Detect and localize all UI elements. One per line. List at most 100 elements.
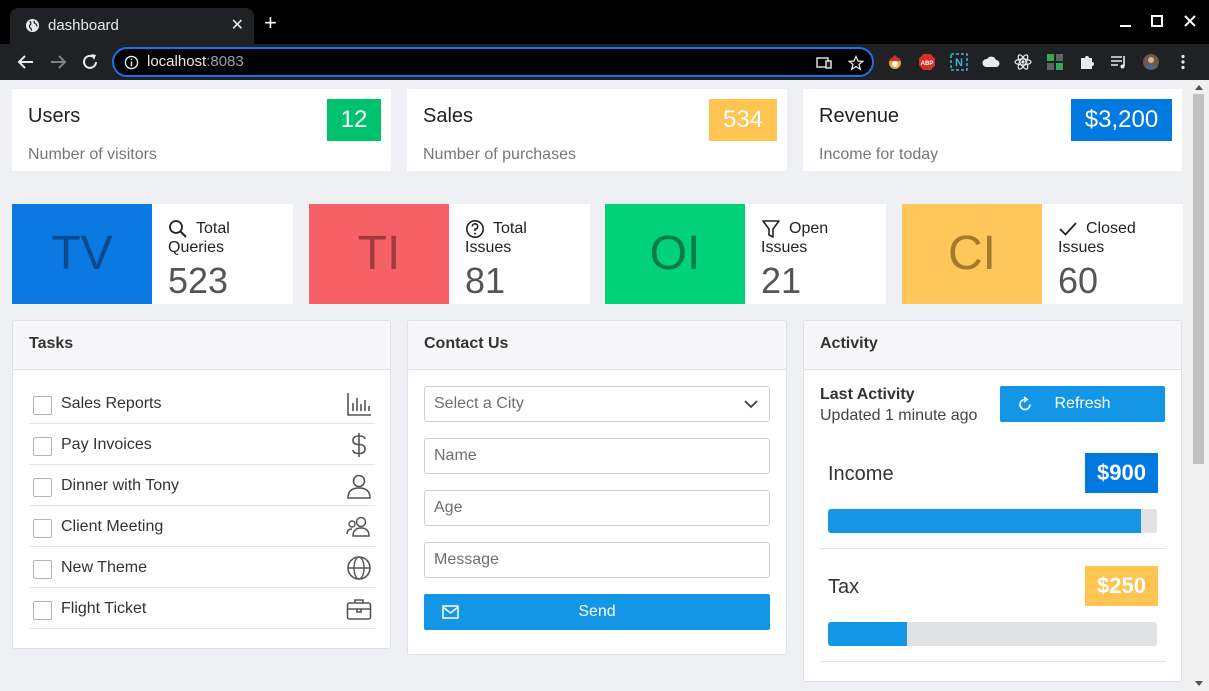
new-tab-button[interactable]: + <box>264 12 277 34</box>
city-select-value: Select a City <box>434 395 524 412</box>
tax-progress-bar <box>828 622 1157 646</box>
browser-tab-strip: dashboard ✕ + <box>0 0 1209 44</box>
stat-badge: 12 <box>327 99 381 141</box>
message-input[interactable]: Message <box>424 542 770 578</box>
metric-abbr: CI <box>902 204 1042 304</box>
forward-icon[interactable] <box>47 51 69 73</box>
scroll-down-arrow[interactable] <box>1195 681 1203 686</box>
income-progress-bar <box>828 509 1157 533</box>
metric-label: Closed Issues <box>1058 220 1136 256</box>
dashboard-page: Users Number of visitors 12 Sales Number… <box>0 80 1190 691</box>
stat-badge: $3,200 <box>1071 99 1172 141</box>
chevron-down-icon <box>744 400 758 409</box>
globe-icon <box>347 556 371 580</box>
scroll-up-arrow[interactable] <box>1195 85 1203 90</box>
last-activity-subtitle: Updated 1 minute ago <box>820 407 978 424</box>
user-icon <box>347 474 371 499</box>
send-button[interactable]: Send <box>424 594 770 630</box>
panel-title: Contact Us <box>408 321 786 370</box>
browser-tab[interactable]: dashboard ✕ <box>10 8 254 44</box>
svg-text:ABP: ABP <box>921 61 934 67</box>
last-activity-title: Last Activity <box>820 386 915 403</box>
extension-grid-icon[interactable] <box>1046 53 1064 71</box>
address-bar[interactable]: localhost:8083 <box>112 47 874 77</box>
profile-avatar-icon[interactable] <box>1142 53 1160 71</box>
maximize-icon[interactable] <box>1151 15 1163 27</box>
briefcase-icon <box>346 599 372 620</box>
age-placeholder: Age <box>434 499 463 516</box>
bar-chart-icon <box>347 393 371 416</box>
refresh-label: Refresh <box>1054 395 1111 412</box>
page-scrollbar[interactable] <box>1190 80 1209 691</box>
metric-value: 60 <box>1058 260 1099 301</box>
cast-icon[interactable] <box>816 55 832 71</box>
stat-subtitle: Income for today <box>819 146 939 163</box>
activity-badge: $900 <box>1085 453 1158 493</box>
activity-label: Tax <box>828 576 860 598</box>
reload-icon[interactable] <box>79 51 101 73</box>
task-checkbox[interactable] <box>33 437 52 456</box>
task-item[interactable]: New Theme <box>29 547 375 588</box>
name-placeholder: Name <box>434 447 477 464</box>
refresh-button[interactable]: Refresh <box>1000 386 1165 422</box>
extensions-puzzle-icon[interactable] <box>1078 53 1096 71</box>
metric-total-issues: TI Total Issues 81 <box>309 204 590 304</box>
bookmark-star-icon[interactable] <box>848 55 864 71</box>
activity-label: Income <box>828 463 894 485</box>
tasks-panel: Tasks Sales Reports Pay Invoices Dinner … <box>12 320 391 649</box>
task-item[interactable]: Flight Ticket <box>29 588 375 629</box>
metric-abbr: TI <box>309 204 449 304</box>
stat-subtitle: Number of purchases <box>423 146 576 163</box>
extension-n-icon[interactable]: N <box>950 53 968 71</box>
metric-value: 523 <box>168 260 229 301</box>
globe-icon <box>25 18 40 33</box>
task-label: Dinner with Tony <box>61 477 179 494</box>
tab-close-icon[interactable]: ✕ <box>231 15 244 35</box>
stat-card-revenue: Revenue Income for today $3,200 <box>803 89 1182 171</box>
react-devtools-icon[interactable] <box>1014 53 1032 71</box>
task-label: Sales Reports <box>61 395 162 412</box>
close-window-icon[interactable] <box>1184 15 1196 27</box>
task-checkbox[interactable] <box>33 478 52 497</box>
stat-title: Revenue <box>819 105 900 127</box>
income-progress-fill <box>828 509 1141 533</box>
adblock-icon[interactable]: ABP <box>918 53 936 71</box>
task-label: New Theme <box>61 559 147 576</box>
url-port: :8083 <box>206 53 244 70</box>
task-checkbox[interactable] <box>33 601 52 620</box>
activity-badge: $250 <box>1085 566 1158 606</box>
activity-panel: Activity Last Activity Updated 1 minute … <box>803 320 1182 682</box>
metric-label: Total Queries <box>168 220 230 256</box>
users-icon <box>346 516 370 537</box>
stat-card-sales: Sales Number of purchases 534 <box>407 89 787 171</box>
url-host: localhost <box>147 53 207 70</box>
city-select[interactable]: Select a City <box>424 386 770 422</box>
stat-title: Sales <box>423 105 474 127</box>
info-icon[interactable] <box>124 55 139 70</box>
stat-badge: 534 <box>709 99 777 141</box>
stat-subtitle: Number of visitors <box>28 146 157 163</box>
task-checkbox[interactable] <box>33 396 52 415</box>
task-checkbox[interactable] <box>33 560 52 579</box>
browser-toolbar: localhost:8083 ABP N <box>0 44 1209 80</box>
browser-menu-icon[interactable] <box>1174 53 1192 71</box>
media-queue-icon[interactable] <box>1110 53 1128 71</box>
task-item[interactable]: Dinner with Tony <box>29 465 375 506</box>
extension-cloud-icon[interactable] <box>982 53 1000 71</box>
extension-santa-icon[interactable] <box>886 53 904 71</box>
dollar-icon <box>352 433 366 457</box>
back-icon[interactable] <box>15 51 37 73</box>
contact-panel: Contact Us Select a City Name Age Messag… <box>407 320 787 655</box>
tax-progress-fill <box>828 622 907 646</box>
task-checkbox[interactable] <box>33 519 52 538</box>
task-label: Flight Ticket <box>61 600 147 617</box>
age-input[interactable]: Age <box>424 490 770 526</box>
metric-value: 21 <box>761 260 802 301</box>
name-input[interactable]: Name <box>424 438 770 474</box>
metric-abbr: OI <box>605 204 745 304</box>
task-item[interactable]: Pay Invoices <box>29 424 375 465</box>
task-item[interactable]: Client Meeting <box>29 506 375 547</box>
minimize-icon[interactable] <box>1120 16 1132 28</box>
scroll-thumb[interactable] <box>1193 94 1204 464</box>
task-item[interactable]: Sales Reports <box>29 383 375 424</box>
